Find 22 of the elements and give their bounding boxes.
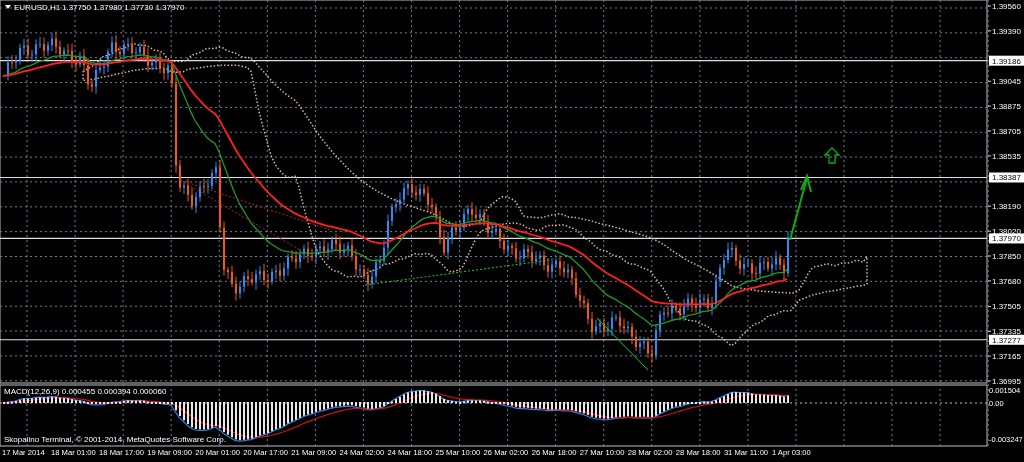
price-label: 1.37335 — [992, 327, 1021, 337]
price-label: 1.39560 — [992, 2, 1021, 11]
price-label: 1.38705 — [992, 127, 1021, 136]
price-label: 1.37165 — [992, 352, 1021, 362]
price-label: 1.37970 — [992, 234, 1021, 244]
price-label: 1.38535 — [992, 151, 1021, 161]
price-label: 1.38190 — [992, 202, 1021, 212]
price-label: 1.37505 — [992, 302, 1021, 312]
price-label: 1.37680 — [992, 276, 1021, 286]
symbol-label: EURUSD,H1 — [14, 3, 61, 12]
macd-title: MACD(12,26,9) 0.000455 0.000394 0.000060 — [4, 387, 167, 396]
price-label: 1.38875 — [992, 102, 1021, 112]
price-label: 1.37277 — [992, 335, 1021, 345]
price-label: 1.39186 — [992, 56, 1021, 66]
price-label: 1.37850 — [992, 252, 1021, 261]
price-label: 1.38387 — [992, 173, 1021, 183]
price-label: 1.39045 — [992, 77, 1021, 87]
price-label: 1.36995 — [992, 377, 1021, 386]
price-label: 1.39390 — [992, 26, 1021, 36]
price-label: 1.38020 — [992, 227, 1021, 237]
quote-label: 1.37750 1.37980 1.37730 1.37970 — [62, 3, 185, 12]
copyright-text: Skopalino Terminal, © 2001-2014, MetaQuotes Software Corp. — [4, 435, 226, 444]
